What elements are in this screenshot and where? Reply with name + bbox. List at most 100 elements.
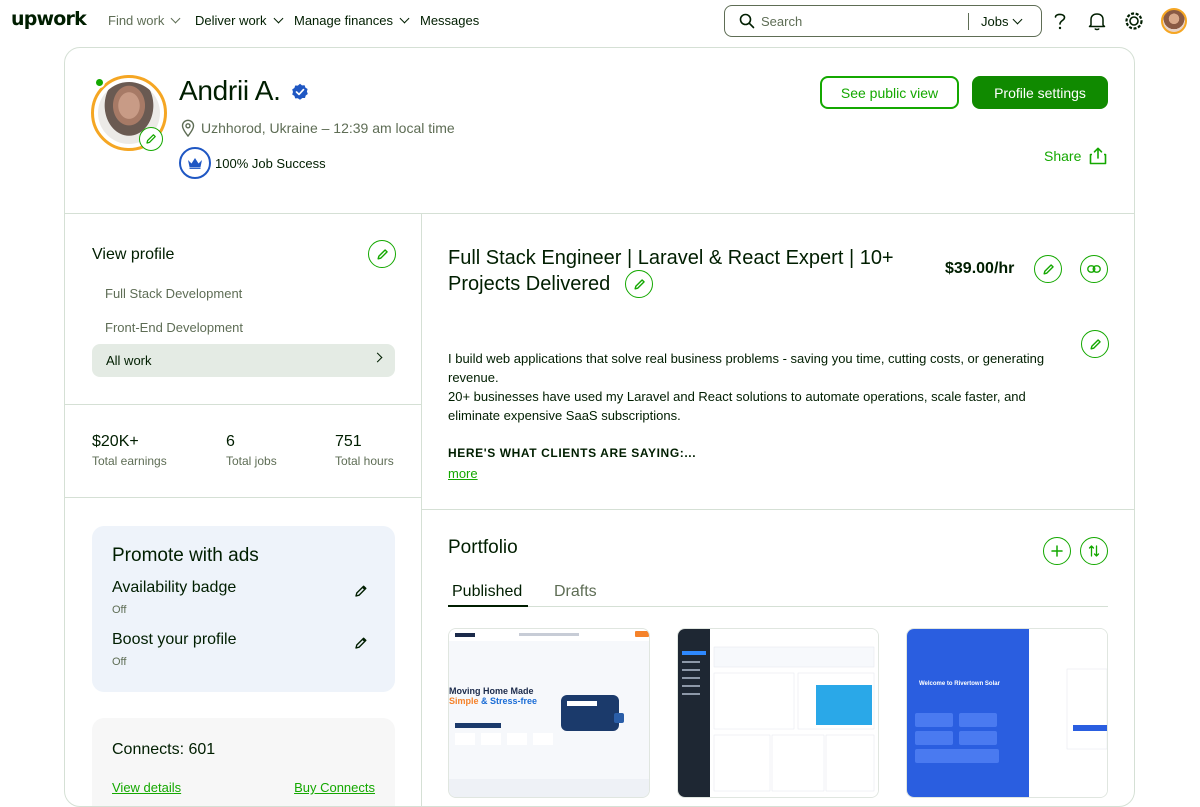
upwork-logo[interactable]: upwork [11, 8, 87, 30]
portfolio-item-1[interactable]: Moving Home Made Simple & Stress-free [448, 628, 650, 798]
copy-link-button[interactable] [1080, 255, 1108, 283]
thumb-1-line2b: & Stress-free [481, 696, 538, 706]
promote-with-ads-box: Promote with ads Availability badge Off … [92, 526, 395, 692]
tab-published[interactable]: Published [452, 583, 522, 601]
nav-messages-label: Messages [420, 13, 480, 28]
edit-rate-button[interactable] [1034, 255, 1062, 283]
pencil-icon [1042, 263, 1054, 275]
buy-connects-link[interactable]: Buy Connects [294, 780, 375, 795]
see-public-view-button[interactable]: See public view [820, 76, 959, 109]
view-details-link[interactable]: View details [112, 780, 181, 795]
column-divider [421, 213, 422, 806]
nav-deliver-work[interactable]: Deliver work [195, 13, 283, 28]
thumb-3-heading: Welcome to Rivertown Solar [919, 681, 1000, 687]
overview-line: 20+ businesses have used my Laravel and … [448, 389, 1026, 423]
nav-find-work[interactable]: Find work [108, 13, 181, 28]
settings-icon[interactable] [1123, 10, 1145, 32]
more-link[interactable]: more [448, 466, 478, 481]
edit-overview-button[interactable] [1081, 330, 1109, 358]
sidebar-divider-1 [65, 404, 421, 405]
search-box: Jobs [724, 5, 1042, 37]
share-icon [1090, 147, 1107, 165]
nav-messages[interactable]: Messages [420, 13, 479, 28]
overview-line: I build web applications that solve real… [448, 351, 1045, 385]
stat-value: 6 [226, 433, 235, 450]
portfolio-item-2[interactable] [677, 628, 879, 798]
specialty-front-end[interactable]: Front-End Development [105, 320, 243, 335]
tabs-baseline [448, 606, 1108, 607]
specialty-full-stack[interactable]: Full Stack Development [105, 286, 242, 301]
search-icon [739, 13, 755, 29]
edit-specialties-button[interactable] [368, 240, 396, 268]
portfolio-title: Portfolio [448, 537, 518, 558]
promote-title: Promote with ads [112, 545, 259, 566]
nav-manage-finances-label: Manage finances [294, 13, 394, 28]
stat-total-hours: 751 Total hours [335, 433, 394, 468]
job-success-score: 100% Job Success [179, 147, 326, 179]
edit-availability-pencil-icon[interactable] [354, 584, 368, 598]
boost-profile-status: Off [112, 656, 127, 668]
chevron-down-icon [1013, 14, 1023, 25]
sidebar-divider-2 [65, 497, 421, 498]
portfolio-thumbnail-1 [449, 629, 649, 797]
user-avatar[interactable] [1161, 8, 1187, 34]
location-text: Uzhhorod, Ukraine – 12:39 am local time [201, 120, 455, 136]
edit-photo-button[interactable] [139, 127, 163, 151]
search-scope-dropdown[interactable]: Jobs [981, 14, 1023, 29]
link-icon [1087, 265, 1101, 273]
job-success-text: 100% Job Success [215, 155, 326, 171]
chevron-down-icon [399, 13, 410, 24]
header-divider [65, 213, 1134, 214]
stat-label: Total earnings [92, 454, 167, 468]
search-divider [968, 13, 969, 30]
add-portfolio-button[interactable] [1043, 537, 1071, 565]
overview-divider [421, 509, 1134, 510]
sort-arrows-icon [1088, 545, 1100, 557]
share-label: Share [1044, 148, 1082, 164]
thumb-1-line2a: Simple [449, 696, 479, 706]
profile-location: Uzhhorod, Ukraine – 12:39 am local time [181, 119, 455, 137]
view-profile-heading: View profile [92, 246, 175, 263]
edit-headline-button[interactable] [625, 270, 653, 298]
pencil-icon [1089, 338, 1101, 350]
hourly-rate: $39.00/hr [945, 260, 1015, 277]
edit-boost-pencil-icon[interactable] [354, 636, 368, 650]
connects-title: Connects: 601 [112, 741, 216, 758]
connects-box: Connects: 601 View details Buy Connects [92, 718, 395, 806]
share-button[interactable]: Share [1044, 147, 1107, 165]
profile-settings-button[interactable]: Profile settings [972, 76, 1108, 109]
stat-label: Total jobs [226, 454, 277, 468]
availability-badge-status: Off [112, 604, 127, 616]
online-status-dot [94, 77, 105, 88]
stat-total-earnings: $20K+ Total earnings [92, 433, 167, 468]
stat-total-jobs: 6 Total jobs [226, 433, 277, 468]
tab-drafts[interactable]: Drafts [554, 583, 597, 601]
bell-icon[interactable] [1086, 10, 1108, 32]
profile-overview: I build web applications that solve real… [448, 349, 1078, 425]
portfolio-thumbnail-3 [907, 629, 1107, 797]
portfolio-thumbnail-2 [678, 629, 878, 797]
pencil-icon [146, 134, 156, 144]
profile-name: Andrii A. [179, 75, 281, 106]
nav-manage-finances[interactable]: Manage finances [294, 13, 410, 28]
profile-headline: Full Stack Engineer | Laravel & React Ex… [448, 245, 918, 297]
nav-deliver-work-label: Deliver work [195, 13, 267, 28]
help-icon[interactable] [1049, 10, 1071, 32]
location-pin-icon [181, 119, 195, 137]
specialty-all-work[interactable]: All work [92, 344, 395, 377]
stat-value: 751 [335, 433, 362, 450]
connects-links: View details Buy Connects [112, 780, 375, 795]
portfolio-item-3[interactable]: Welcome to Rivertown Solar [906, 628, 1108, 798]
chevron-down-icon [273, 13, 283, 24]
search-input[interactable] [761, 13, 951, 29]
stat-value: $20K+ [92, 433, 139, 450]
chevron-right-icon [372, 352, 383, 363]
availability-badge-title: Availability badge [112, 579, 237, 596]
all-work-label: All work [106, 353, 152, 368]
chevron-down-icon [170, 13, 181, 24]
pencil-icon [633, 278, 645, 290]
reorder-portfolio-button[interactable] [1080, 537, 1108, 565]
plus-icon [1051, 545, 1063, 557]
boost-profile-title: Boost your profile [112, 631, 237, 648]
search-scope-label: Jobs [981, 14, 1009, 29]
